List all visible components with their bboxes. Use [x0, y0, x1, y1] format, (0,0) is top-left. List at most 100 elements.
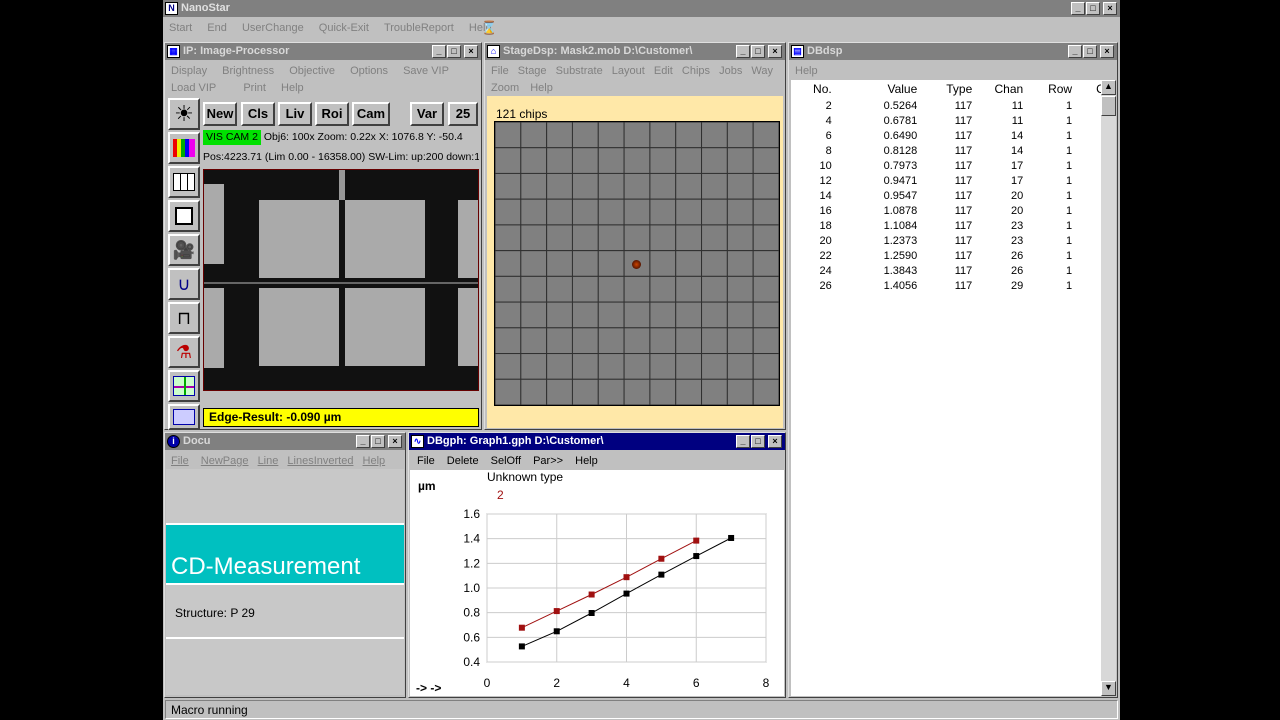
line-chart[interactable]: µm Unknown type 2 -> -> 0 2 4 6 8 0.4 0.6 0.8 1.…: [410, 470, 784, 696]
chip-cell[interactable]: [571, 301, 599, 329]
docu-title-bar[interactable]: i Docu _ □ ×: [165, 433, 405, 450]
ip-close-button[interactable]: ×: [464, 45, 478, 58]
table-row[interactable]: 24 1.3843 117 26 12: [791, 263, 1101, 278]
chip-cell[interactable]: [495, 275, 522, 303]
chip-cell[interactable]: [495, 172, 522, 200]
chip-cell[interactable]: [649, 327, 677, 355]
chip-cell[interactable]: [675, 147, 703, 174]
var-button[interactable]: Var: [410, 102, 444, 126]
chip-cell[interactable]: [597, 122, 625, 149]
brightness-tool[interactable]: ☀: [168, 98, 200, 130]
ip-minimize-button[interactable]: _: [432, 45, 446, 58]
chip-cell[interactable]: [701, 172, 728, 200]
chip-cell[interactable]: [649, 147, 677, 174]
chip-cell[interactable]: [546, 275, 573, 303]
dbgph-minimize-button[interactable]: _: [736, 435, 750, 448]
menu-troublereport[interactable]: TroubleReport: [384, 20, 454, 36]
chip-cell[interactable]: [571, 198, 599, 226]
chip-cell[interactable]: [726, 378, 754, 405]
chip-cell[interactable]: [597, 198, 625, 226]
ip-menu-brightness[interactable]: Brightness: [222, 63, 274, 79]
rectangle-tool[interactable]: [168, 200, 200, 232]
chip-cell[interactable]: [546, 198, 573, 226]
chip-cell[interactable]: [701, 198, 728, 226]
stage-title-bar[interactable]: ⌂ StageDsp: Mask2.mob D:\Customer\ _ □ ×: [485, 43, 785, 60]
ip-menu-print[interactable]: Print: [243, 80, 266, 96]
chip-cell[interactable]: [675, 378, 703, 405]
chip-cell[interactable]: [649, 353, 677, 380]
chip-cell[interactable]: [752, 198, 779, 226]
chip-cell[interactable]: [520, 224, 548, 252]
stage-menu-stage[interactable]: Stage: [518, 63, 547, 79]
stage-menu-file[interactable]: File: [491, 63, 509, 79]
graph-menu-delete[interactable]: Delete: [447, 453, 479, 469]
chip-cell[interactable]: [675, 224, 703, 252]
col-value[interactable]: Value: [832, 80, 917, 98]
chip-cell[interactable]: [701, 250, 728, 277]
chip-cell[interactable]: [701, 327, 728, 355]
ip-menu-display[interactable]: Display: [171, 63, 207, 79]
col-chan[interactable]: Chan: [972, 80, 1024, 98]
chip-cell[interactable]: [726, 147, 754, 174]
table-row[interactable]: 18 1.1084 117 23 11: [791, 218, 1101, 233]
menu-quick-exit[interactable]: Quick-Exit: [319, 20, 369, 36]
chip-cell[interactable]: [623, 353, 651, 380]
chip-cell[interactable]: [726, 353, 754, 380]
stage-minimize-button[interactable]: _: [736, 45, 750, 58]
zoom-25-button[interactable]: 25: [448, 102, 478, 126]
chip-cell[interactable]: [649, 250, 677, 277]
chip-cell[interactable]: [520, 250, 548, 277]
chip-cell[interactable]: [726, 224, 754, 252]
chip-cell[interactable]: [597, 275, 625, 303]
chip-cell[interactable]: [571, 147, 599, 174]
ip-menu-objective[interactable]: Objective: [289, 63, 335, 79]
table-row[interactable]: 10 0.7973 117 17 11: [791, 158, 1101, 173]
table-row[interactable]: 20 1.2373 117 23 12: [791, 233, 1101, 248]
magnet-tool[interactable]: ∪: [168, 268, 200, 300]
stage-menu-substrate[interactable]: Substrate: [556, 63, 603, 79]
graph-menu-file[interactable]: File: [417, 453, 435, 469]
chip-cell[interactable]: [701, 122, 728, 149]
overlay-tool[interactable]: [168, 370, 200, 402]
chip-cell[interactable]: [597, 250, 625, 277]
chip-cell[interactable]: [623, 301, 651, 329]
col-col[interactable]: Col: [1072, 80, 1101, 98]
chip-cell[interactable]: [546, 172, 573, 200]
graph-menu-par[interactable]: Par>>: [533, 453, 563, 469]
chip-cell[interactable]: [546, 327, 573, 355]
chip-cell[interactable]: [520, 172, 548, 200]
chip-cell[interactable]: [495, 224, 522, 252]
chip-cell[interactable]: [520, 198, 548, 226]
dbdsp-minimize-button[interactable]: _: [1068, 45, 1082, 58]
chip-cell[interactable]: [675, 250, 703, 277]
table-row[interactable]: 8 0.8128 117 14 12: [791, 143, 1101, 158]
chip-cell[interactable]: [726, 122, 754, 149]
chip-cell[interactable]: [752, 250, 779, 277]
graph-menu-help[interactable]: Help: [575, 453, 598, 469]
chip-cell[interactable]: [726, 301, 754, 329]
chip-cell[interactable]: [701, 353, 728, 380]
col-row[interactable]: Row: [1023, 80, 1072, 98]
array-tool[interactable]: [168, 166, 200, 198]
chip-cell[interactable]: [649, 198, 677, 226]
cls-button[interactable]: Cls: [241, 102, 275, 126]
dbgph-close-button[interactable]: ×: [768, 435, 782, 448]
maximize-button[interactable]: □: [1086, 2, 1100, 15]
chip-cell[interactable]: [675, 301, 703, 329]
chip-cell[interactable]: [726, 250, 754, 277]
chip-cell[interactable]: [701, 147, 728, 174]
chip-cell[interactable]: [520, 353, 548, 380]
chip-cell[interactable]: [649, 378, 677, 405]
docu-menu-newpage[interactable]: NewPage: [201, 453, 249, 469]
roi-button[interactable]: Roi: [315, 102, 349, 126]
chip-cell[interactable]: [495, 122, 522, 149]
chip-cell[interactable]: [520, 275, 548, 303]
chip-cell[interactable]: [546, 378, 573, 405]
chip-cell[interactable]: [649, 301, 677, 329]
close-button[interactable]: ×: [1103, 2, 1117, 15]
chip-cell[interactable]: [675, 353, 703, 380]
chip-cell[interactable]: [546, 301, 573, 329]
chip-cell[interactable]: [752, 122, 779, 149]
ip-menu-options[interactable]: Options: [350, 63, 388, 79]
dbgph-maximize-button[interactable]: □: [751, 435, 765, 448]
